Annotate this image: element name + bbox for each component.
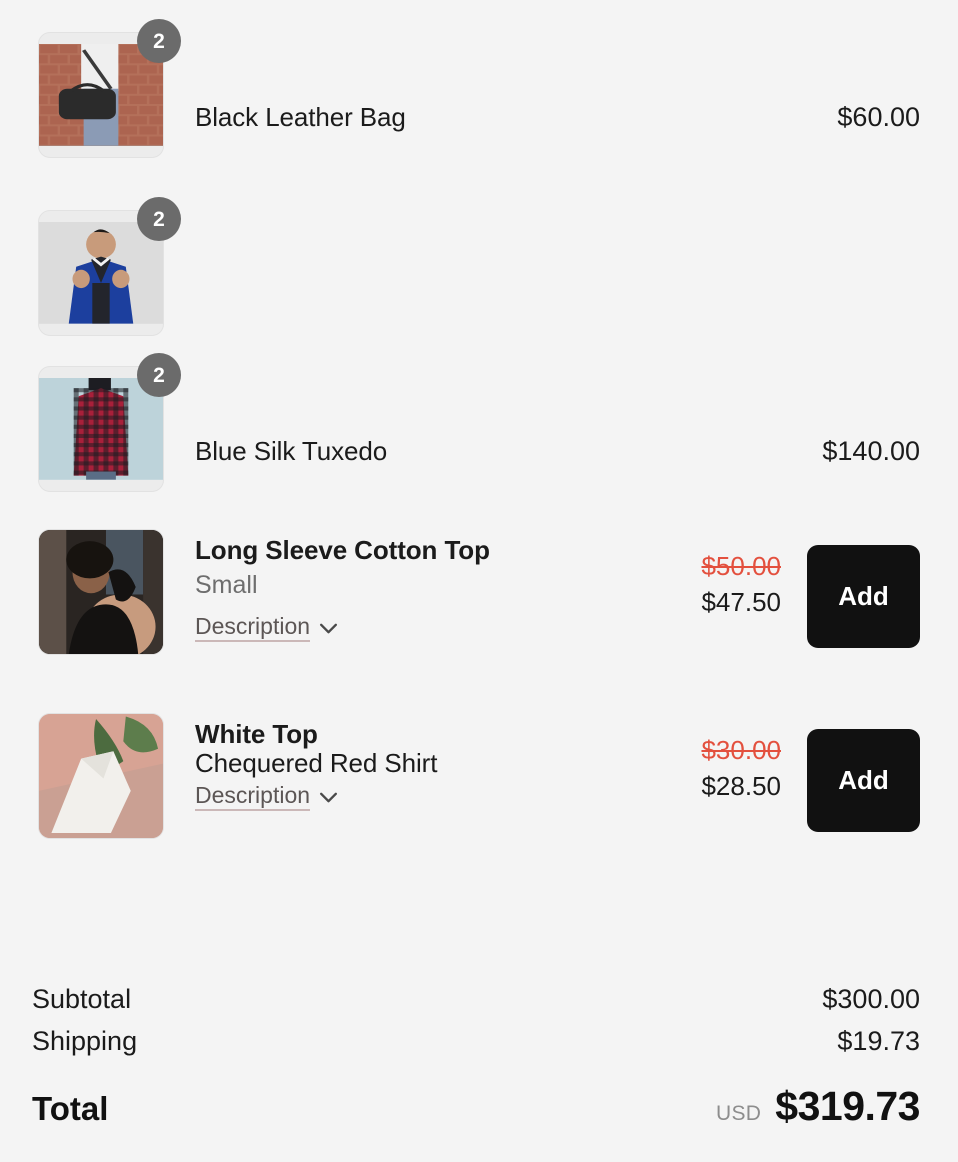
shipping-value: $19.73 bbox=[837, 1026, 920, 1056]
subtotal-label: Subtotal bbox=[32, 984, 132, 1014]
product-thumbnail-wrap[interactable] bbox=[38, 529, 166, 655]
product-image bbox=[39, 714, 163, 838]
product-image bbox=[39, 44, 163, 146]
quantity-badge: 2 bbox=[137, 19, 181, 63]
product-thumbnail-wrap[interactable]: 2 bbox=[38, 353, 181, 492]
quantity-badge: 2 bbox=[137, 197, 181, 241]
discounted-price: $28.50 bbox=[701, 770, 781, 801]
line-item-price-column: $50.00 $47.50 bbox=[701, 529, 781, 619]
line-item-price-column: $30.00 $28.50 bbox=[701, 713, 781, 803]
description-toggle-label: Description bbox=[195, 782, 311, 812]
description-toggle-label: Description bbox=[195, 613, 311, 643]
product-image bbox=[39, 378, 163, 480]
total-label: Total bbox=[32, 1090, 109, 1127]
product-image bbox=[39, 530, 163, 654]
chevron-down-icon bbox=[320, 623, 338, 634]
product-title: White Top bbox=[195, 719, 318, 749]
shipping-label: Shipping bbox=[32, 1026, 138, 1056]
subtotal-value: $300.00 bbox=[822, 984, 920, 1014]
quantity-badge: 2 bbox=[137, 353, 181, 397]
line-item-price-column: $60.00 bbox=[837, 32, 920, 133]
order-summary-totals: Subtotal $300.00 Shipping $19.73 Total U… bbox=[32, 984, 920, 1130]
total-amount-group: USD $319.73 bbox=[716, 1083, 920, 1130]
product-variant: Small bbox=[195, 571, 258, 600]
compare-at-price: $50.00 bbox=[701, 551, 781, 581]
product-thumbnail-wrap[interactable]: 2 bbox=[38, 197, 181, 336]
product-image bbox=[39, 222, 163, 324]
product-title: Black Leather Bag bbox=[195, 102, 406, 132]
cart-line-item: White Top Description $30.00 $28.50 Add bbox=[38, 713, 920, 839]
product-thumbnail bbox=[38, 529, 164, 655]
add-button[interactable]: Add bbox=[807, 729, 920, 832]
chevron-down-icon bbox=[320, 792, 338, 803]
product-thumbnail-wrap[interactable]: 2 bbox=[38, 19, 181, 158]
line-item-price: $60.00 bbox=[837, 102, 920, 132]
summary-row-shipping: Shipping $19.73 bbox=[32, 1026, 920, 1057]
description-toggle[interactable]: Description bbox=[195, 613, 338, 643]
cart-line-item: Long Sleeve Cotton Top Small Description $5… bbox=[38, 529, 920, 655]
cart-order-summary: 2 Black Leather Bag $60.00 2 Blue Silk Tuxed… bbox=[0, 0, 958, 1162]
cart-line-item: 2 Black Leather Bag $60.00 bbox=[38, 19, 920, 158]
summary-row-subtotal: Subtotal $300.00 bbox=[32, 984, 920, 1015]
total-value: $319.73 bbox=[775, 1083, 920, 1129]
total-currency-code: USD bbox=[716, 1102, 762, 1125]
discounted-price: $47.50 bbox=[701, 586, 781, 617]
description-toggle[interactable]: Description bbox=[195, 782, 338, 812]
line-item-info: Long Sleeve Cotton Top Small Description bbox=[166, 529, 701, 643]
product-thumbnail bbox=[38, 713, 164, 839]
summary-row-total: Total USD $319.73 bbox=[32, 1083, 920, 1130]
add-button[interactable]: Add bbox=[807, 545, 920, 648]
line-item-info: Black Leather Bag bbox=[166, 32, 837, 132]
product-title: Long Sleeve Cotton Top bbox=[195, 535, 490, 565]
line-item-info: White Top Description bbox=[166, 713, 701, 812]
product-thumbnail-wrap[interactable] bbox=[38, 713, 166, 839]
compare-at-price: $30.00 bbox=[701, 735, 781, 765]
